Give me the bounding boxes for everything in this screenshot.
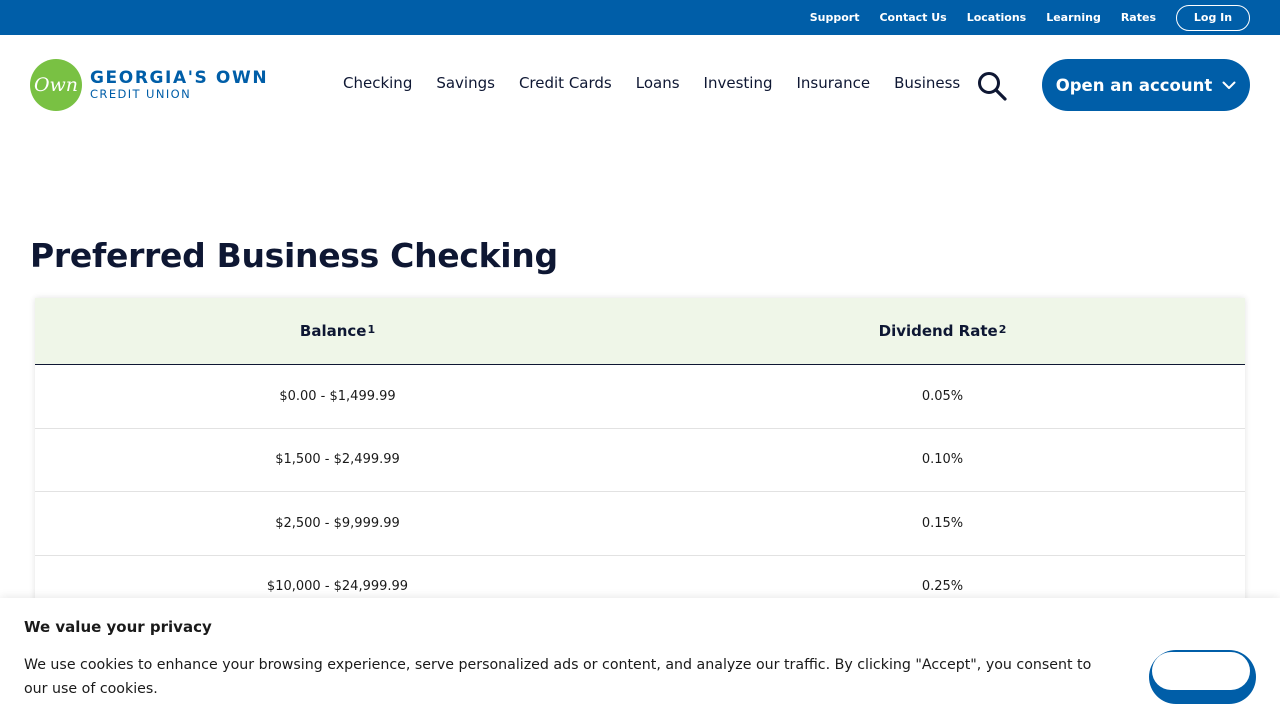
cookie-banner: We value your privacy We use cookies to …: [0, 598, 1280, 720]
logo-mark: Own: [30, 59, 82, 111]
table-row: $1,500 - $2,499.99 0.10%: [35, 429, 1245, 492]
utility-link-rates[interactable]: Rates: [1121, 11, 1156, 24]
utility-links: Support Contact Us Locations Learning Ra…: [810, 0, 1250, 35]
cookie-text: We use cookies to enhance your browsing …: [24, 657, 1092, 697]
balance-cell: $1,500 - $2,499.99: [275, 452, 400, 468]
utility-link-contact-us[interactable]: Contact Us: [879, 11, 946, 24]
page-title: Preferred Business Checking: [30, 236, 558, 275]
column-header-dividend-rate-label: Dividend Rate: [878, 322, 998, 340]
site-header: Own GEORGIA'S OWN CREDIT UNION Checking …: [0, 35, 1280, 135]
search-icon[interactable]: [976, 71, 1008, 101]
nav-item-insurance[interactable]: Insurance: [796, 74, 870, 92]
balance-cell: $0.00 - $1,499.99: [279, 388, 396, 404]
table-row: $2,500 - $9,999.99 0.15%: [35, 492, 1245, 556]
table-header-row: Balance 1 Dividend Rate 2: [35, 298, 1245, 365]
table-row: $0.00 - $1,499.99 0.05%: [35, 365, 1245, 429]
rate-cell: 0.10%: [921, 452, 964, 468]
accept-button[interactable]: [1149, 650, 1256, 704]
column-header-balance-label: Balance: [299, 322, 367, 340]
accept-button-face: [1152, 652, 1250, 690]
column-header-dividend-rate: Dividend Rate 2: [640, 298, 1245, 364]
utility-bar: Support Contact Us Locations Learning Ra…: [0, 0, 1280, 35]
main-nav: Checking Savings Credit Cards Loans Inve…: [343, 74, 960, 92]
nav-item-checking[interactable]: Checking: [343, 74, 412, 92]
open-account-button[interactable]: Open an account: [1042, 59, 1250, 111]
nav-item-credit-cards[interactable]: Credit Cards: [519, 74, 612, 92]
logo-line2: CREDIT UNION: [90, 87, 192, 101]
nav-item-business[interactable]: Business: [894, 74, 960, 92]
rate-table: Balance 1 Dividend Rate 2 $0.00 - $1,499.9…: [35, 298, 1245, 619]
utility-link-support[interactable]: Support: [810, 11, 860, 24]
utility-link-learning[interactable]: Learning: [1046, 11, 1101, 24]
nav-item-investing[interactable]: Investing: [704, 74, 773, 92]
column-header-balance: Balance 1: [35, 298, 640, 364]
rate-cell: 0.15%: [921, 515, 964, 531]
rate-cell: 0.05%: [921, 388, 964, 404]
footnote-marker[interactable]: 1: [367, 323, 375, 336]
utility-link-locations[interactable]: Locations: [967, 11, 1026, 24]
nav-item-savings[interactable]: Savings: [436, 74, 495, 92]
footnote-marker[interactable]: 2: [999, 323, 1007, 336]
nav-item-loans[interactable]: Loans: [636, 74, 680, 92]
open-account-label: Open an account: [1055, 75, 1213, 95]
balance-cell: $2,500 - $9,999.99: [275, 515, 400, 531]
logo-text: GEORGIA'S OWN CREDIT UNION: [90, 69, 268, 101]
chevron-down-icon: [1222, 81, 1236, 89]
cookie-title: We value your privacy: [24, 618, 212, 636]
login-button[interactable]: Log In: [1176, 4, 1250, 31]
logo[interactable]: Own GEORGIA'S OWN CREDIT UNION: [30, 59, 268, 111]
logo-line1: GEORGIA'S OWN: [90, 68, 269, 88]
